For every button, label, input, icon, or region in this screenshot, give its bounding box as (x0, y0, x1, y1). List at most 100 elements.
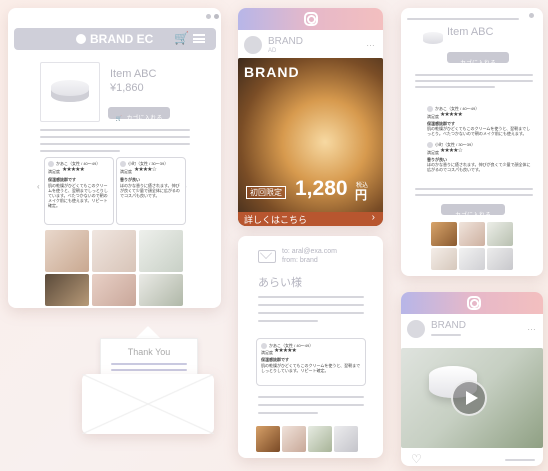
product-name: Item ABC (110, 68, 157, 80)
mobile-product-window: Item ABC カゴに入れる かあこ（女性 / 40〜49） 満足度 ★★★★… (401, 8, 543, 276)
rating-stars: ★★★★☆ (440, 148, 463, 154)
review-heading: 保湿感抜群です (48, 177, 76, 182)
thank-you-envelope: Thank You (82, 326, 214, 434)
reviewer-name: かあこ（女性 / 40〜49） (56, 161, 101, 166)
mobile-product-name: Item ABC (447, 26, 494, 38)
ugc-photo[interactable] (431, 248, 457, 270)
cart-small-icon: 🛒 (115, 116, 122, 122)
ugc-photo[interactable] (487, 222, 513, 246)
instagram-icon (467, 296, 481, 310)
mail-icon (258, 247, 276, 263)
instagram-header (238, 8, 383, 30)
heart-icon[interactable]: ♡ (411, 452, 422, 466)
thank-you-label: Thank You (127, 347, 171, 357)
instagram-icon (304, 12, 318, 26)
review-body: ほのかな香りに癒されます。伸びが良くて少量で顔全体に広がるのでコスパも良いです。 (120, 183, 180, 198)
email-review-card: かあこ（女性 / 40〜49） 満足度 ★★★★★ 保湿感抜群です 肌の乾燥がひ… (256, 338, 366, 386)
ugc-photo[interactable] (431, 222, 457, 246)
cart-icon[interactable]: 🛒 (174, 31, 189, 45)
satisfaction-label: 満足度 (427, 114, 439, 119)
ugc-photo[interactable] (308, 426, 332, 452)
reviewer-name: 小町（女性 / 30〜39） (128, 161, 169, 166)
reviewer-avatar (261, 343, 267, 349)
brand-logo-icon (76, 34, 86, 44)
account-avatar[interactable] (407, 320, 425, 338)
reviewer-name: 小町（女性 / 30〜39） (435, 142, 476, 147)
browser-dot (529, 13, 534, 18)
play-button-icon[interactable] (451, 380, 487, 416)
rating-stars: ★★★★★ (440, 112, 463, 118)
more-options-icon[interactable]: … (527, 322, 536, 332)
review-card: 小町（女性 / 30〜39） 満足度 ★★★★☆ 香りが良い ほのかな香りに癒さ… (116, 157, 186, 225)
ugc-photo[interactable] (487, 248, 513, 270)
reviewer-avatar (427, 142, 433, 148)
reviewer-name: かあこ（女性 / 40〜49） (435, 106, 480, 111)
overlay-brand: BRAND (244, 64, 300, 80)
review-body: ほのかな香りに癒されます。伸びが良くて少量で顔全体に広がるのでコスパも良いです。 (427, 162, 531, 172)
ad-price: 1,280 (295, 177, 348, 200)
mobile-product-image[interactable] (423, 32, 443, 44)
carousel-prev-icon[interactable]: ‹ (37, 182, 40, 191)
satisfaction-label: 満足度 (120, 169, 132, 174)
address-bar (407, 18, 519, 20)
pc-ec-window: BRAND EC 🛒 Item ABC ¥1,860 🛒 カゴに入れる ‹ › … (8, 8, 221, 308)
cta-label: 詳しくはこちら (244, 215, 308, 225)
ugc-photo[interactable] (45, 274, 89, 306)
instagram-header (401, 292, 543, 314)
product-price: ¥1,860 (110, 82, 144, 94)
rating-stars: ★★★★☆ (134, 167, 157, 173)
review-card: かあこ（女性 / 40〜49） 満足度 ★★★★★ 保湿感抜群です 肌の乾燥がひ… (44, 157, 114, 225)
ugc-photo[interactable] (45, 230, 89, 272)
cta-arrow-icon: › (371, 212, 375, 223)
ugc-photo[interactable] (256, 426, 280, 452)
caption-line (431, 334, 461, 336)
ugc-photo[interactable] (459, 248, 485, 270)
account-name[interactable]: BRAND (431, 320, 466, 331)
ad-tag: AD (268, 48, 277, 54)
reviewer-avatar (48, 161, 54, 167)
satisfaction-label: 満足度 (427, 150, 439, 155)
brand-name[interactable]: BRAND EC (90, 32, 153, 46)
review-heading: 保湿感抜群です (261, 357, 289, 362)
rating-stars: ★★★★★ (274, 348, 297, 354)
account-name[interactable]: BRAND (268, 36, 303, 47)
satisfaction-label: 満足度 (261, 350, 273, 355)
mobile-add-to-cart-button-2[interactable]: カゴに入れる (441, 204, 505, 219)
email-to: to: aral@exa.com (282, 248, 337, 255)
limited-badge: 初回限定 (246, 186, 286, 199)
video-frame[interactable] (401, 348, 543, 448)
review-body: 肌の乾燥がひどくてもこのクリームを使うと、翌朝までしっとり。べたつかないので朝の… (427, 126, 531, 136)
account-avatar[interactable] (244, 36, 262, 54)
more-options-icon[interactable]: … (366, 38, 375, 48)
ugc-photo[interactable] (92, 230, 136, 272)
pc-header-bar: BRAND EC 🛒 (14, 28, 216, 50)
satisfaction-label: 満足度 (48, 169, 60, 174)
add-to-cart-label: カゴに入れる (126, 116, 163, 122)
cta-bar[interactable]: 詳しくはこちら › (238, 212, 383, 226)
mobile-add-to-cart-label-2: カゴに入れる (454, 213, 491, 219)
ugc-photo[interactable] (92, 274, 136, 306)
email-from: from: brand (282, 257, 318, 264)
ugc-photo[interactable] (139, 274, 183, 306)
product-image[interactable] (40, 62, 100, 122)
ad-yen: 円 (355, 188, 368, 202)
mobile-add-to-cart-label: カゴに入れる (459, 61, 496, 67)
ugc-photo[interactable] (282, 426, 306, 452)
email-card: to: aral@exa.com from: brand あらい様 かあこ（女性… (238, 236, 383, 458)
ugc-photo[interactable] (334, 426, 358, 452)
instagram-video-card: BRAND … ♡ (401, 292, 543, 466)
hamburger-menu-icon[interactable] (193, 34, 205, 43)
mobile-add-to-cart-button[interactable]: カゴに入れる (447, 52, 509, 67)
rating-stars: ★★★★★ (62, 167, 85, 173)
reviewer-avatar (427, 106, 433, 112)
ad-image[interactable]: BRAND 初回限定 1,280 税込 円 詳しくはこちら › (238, 58, 383, 226)
instagram-ad-card: BRAND AD … BRAND 初回限定 1,280 税込 円 詳しくはこちら… (238, 8, 383, 226)
envelope-body (82, 374, 214, 434)
ugc-photo[interactable] (139, 230, 183, 272)
add-to-cart-button[interactable]: 🛒 カゴに入れる (108, 107, 170, 122)
email-greeting: あらい様 (258, 277, 302, 289)
review-body: 肌の乾燥がひどくてもこのクリームを使うと、翌朝までしっとりしています。べたつかな… (48, 183, 108, 208)
action-line (505, 459, 535, 461)
review-heading: 香りが良い (120, 177, 140, 182)
ugc-photo[interactable] (459, 222, 485, 246)
